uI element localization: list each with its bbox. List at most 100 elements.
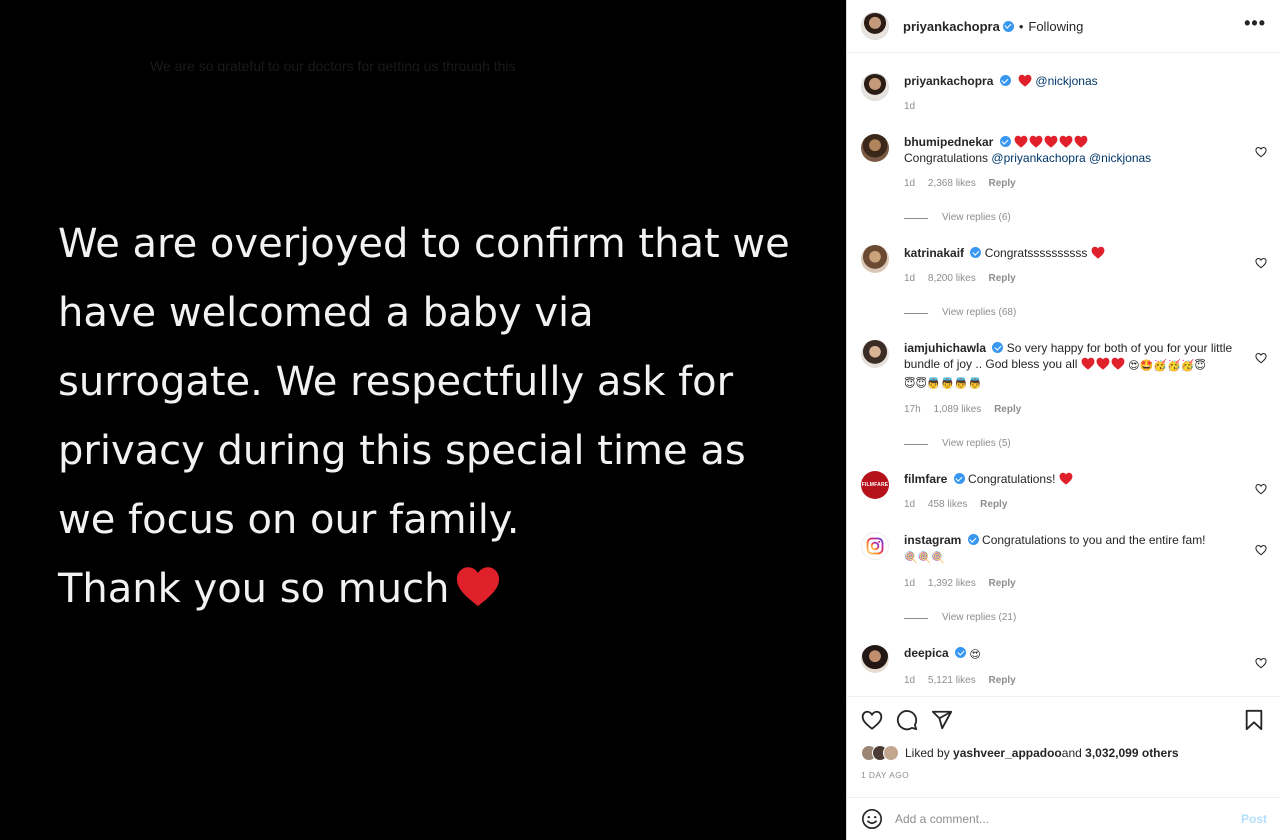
verified-badge-icon [955, 647, 967, 658]
comment-input[interactable] [895, 812, 1241, 826]
reply-button[interactable]: Reply [980, 499, 1007, 510]
comment-text: Congratulations! [968, 472, 1056, 486]
red-heart-icon [1091, 246, 1105, 259]
comment-time: 17h [904, 404, 921, 415]
comment-username[interactable]: filmfare [904, 472, 947, 486]
reply-button[interactable]: Reply [989, 578, 1016, 589]
comment-username[interactable]: deepica [904, 646, 949, 660]
more-options-icon[interactable]: ••• [1244, 14, 1266, 34]
comment-time: 1d [904, 675, 916, 686]
comment-like-heart-icon[interactable] [1255, 483, 1267, 495]
reply-button[interactable]: Reply [989, 675, 1016, 686]
caption-mention[interactable]: @nickjonas [1035, 74, 1097, 88]
comment-like-heart-icon[interactable] [1255, 544, 1267, 556]
red-heart-icon [1044, 135, 1058, 148]
view-replies-button[interactable]: View replies (21) [904, 610, 1243, 626]
comment-likes[interactable]: 1,089 likes [933, 404, 981, 415]
following-button[interactable]: Following [1028, 19, 1083, 34]
comment-time: 1d [904, 273, 916, 284]
post-header: priyankachopra • Following ••• [847, 0, 1280, 53]
comment-text: Congratulations [904, 151, 992, 165]
instagram-logo-icon [866, 537, 884, 555]
comment-like-heart-icon[interactable] [1255, 352, 1267, 364]
action-icons-row [861, 709, 1267, 731]
comment-meta: 1d 458 likes Reply [904, 497, 1243, 513]
avatar[interactable] [861, 73, 889, 101]
red-hearts-group [1081, 357, 1125, 370]
comment-body: instagram Congratulations to you and the… [904, 532, 1267, 626]
verified-badge-icon [953, 473, 965, 484]
caption-time: 1d [904, 101, 916, 112]
red-heart-icon [1029, 135, 1043, 148]
red-heart-icon [1059, 135, 1073, 148]
comment-likes[interactable]: 5,121 likes [928, 675, 976, 686]
view-replies-label: View replies (6) [942, 212, 1011, 223]
comment-meta: 17h 1,089 likes Reply [904, 402, 1243, 418]
likes-summary: Liked by yashveer_appadoo and 3,032,099 … [861, 745, 1267, 761]
comment-likes[interactable]: 1,392 likes [928, 578, 976, 589]
share-paper-plane-icon[interactable] [931, 709, 953, 731]
like-heart-icon[interactable] [861, 709, 883, 731]
author-username[interactable]: priyankachopra [903, 19, 1000, 34]
comment-meta: 1d 5,121 likes Reply [904, 673, 1243, 689]
post-comment-button[interactable]: Post [1241, 812, 1267, 826]
comment-username[interactable]: katrinakaif [904, 246, 964, 260]
verified-badge-icon [992, 342, 1004, 353]
view-replies-label: View replies (5) [942, 438, 1011, 449]
comment-username[interactable]: instagram [904, 533, 961, 547]
avatar [883, 745, 899, 761]
comment-username[interactable]: bhumipednekar [904, 135, 993, 149]
avatar[interactable] [861, 134, 889, 162]
reply-button[interactable]: Reply [994, 404, 1021, 415]
emoji-group: 😍🤩🥳🥳🥳😇 [1128, 360, 1206, 372]
heart-eyes-emoji: 😍 [969, 649, 981, 661]
reply-button[interactable]: Reply [989, 273, 1016, 284]
verified-badge-icon [970, 247, 982, 258]
comment-likes[interactable]: 2,368 likes [928, 178, 976, 189]
comment-text: Congratssssssssss [984, 246, 1088, 260]
comment-bubble-icon[interactable] [896, 709, 918, 731]
bookmark-icon[interactable] [1243, 709, 1265, 731]
comment-likes[interactable]: 458 likes [928, 499, 967, 510]
filmfare-logo-avatar[interactable]: FILMFARE [861, 471, 889, 499]
comment-item: iamjuhichawla So very happy for both of … [861, 340, 1267, 452]
comment-username[interactable]: iamjuhichawla [904, 341, 986, 355]
comment-like-heart-icon[interactable] [1255, 257, 1267, 269]
caption-body: priyankachopra @nickjonas 1d [904, 73, 1267, 115]
post-time-ago[interactable]: 1 DAY AGO [861, 770, 1267, 780]
comment-meta: 1d 8,200 likes Reply [904, 271, 1243, 287]
liker-avatars[interactable] [861, 745, 899, 761]
avatar[interactable] [861, 645, 889, 673]
liked-by-user[interactable]: yashveer_appadoo [953, 746, 1062, 760]
avatar[interactable] [861, 245, 889, 273]
verified-badge-icon [999, 136, 1011, 147]
comment-likes[interactable]: 8,200 likes [928, 273, 976, 284]
comment-mention[interactable]: @priyankachopra [991, 151, 1085, 165]
instagram-logo-avatar[interactable] [861, 532, 889, 560]
liked-by-others[interactable]: 3,032,099 others [1085, 746, 1178, 760]
comments-list[interactable]: priyankachopra @nickjonas 1d bhumipednek… [847, 54, 1280, 695]
avatar[interactable] [861, 340, 889, 368]
emoji-picker-icon[interactable] [861, 808, 883, 830]
post-side-panel: priyankachopra • Following ••• priyankac… [846, 0, 1280, 840]
post-media[interactable]: We are so grateful to our doctors for ge… [0, 0, 846, 840]
red-hearts-group [1014, 135, 1088, 148]
comment-mention[interactable]: @nickjonas [1089, 151, 1151, 165]
liked-by-middle: and [1061, 746, 1082, 760]
view-replies-button[interactable]: View replies (6) [904, 210, 1243, 226]
verified-badge-icon [999, 75, 1011, 86]
view-replies-label: View replies (21) [942, 612, 1017, 623]
red-heart-icon [1074, 135, 1088, 148]
red-heart-icon [1111, 357, 1125, 370]
comment-like-heart-icon[interactable] [1255, 657, 1267, 669]
emoji-group: 😇😇👼👼👼👼 [904, 378, 982, 390]
caption-username[interactable]: priyankachopra [904, 74, 993, 88]
post-actions: Liked by yashveer_appadoo and 3,032,099 … [847, 696, 1280, 780]
comment-body: filmfare Congratulations! 1d 458 likes R… [904, 471, 1267, 513]
separator-dot: • [1018, 18, 1024, 34]
view-replies-button[interactable]: View replies (5) [904, 436, 1243, 452]
view-replies-button[interactable]: View replies (68) [904, 305, 1243, 321]
avatar[interactable] [861, 12, 889, 40]
reply-button[interactable]: Reply [989, 178, 1016, 189]
comment-like-heart-icon[interactable] [1255, 146, 1267, 158]
